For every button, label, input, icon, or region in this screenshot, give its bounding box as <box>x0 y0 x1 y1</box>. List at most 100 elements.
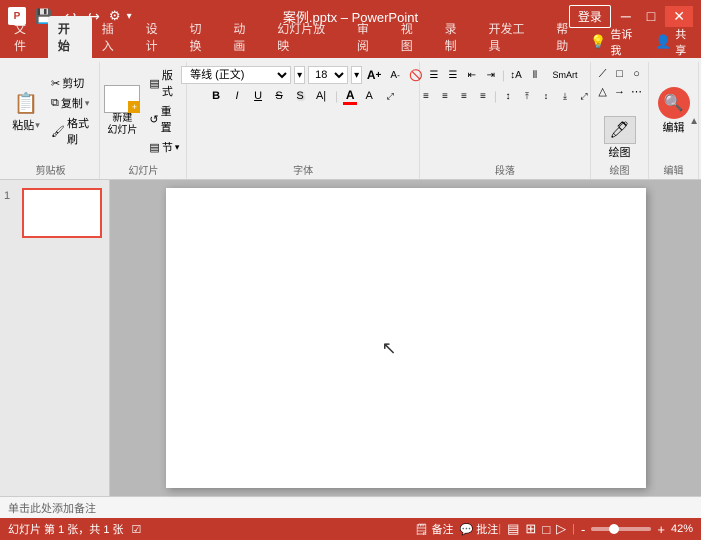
bullets-button[interactable]: ☰ <box>425 66 443 84</box>
reset-label: 重置 <box>161 103 180 135</box>
increase-font-button[interactable]: A+ <box>365 66 383 84</box>
top-align-button[interactable]: ⤒ <box>518 87 536 105</box>
reset-icon: ↺ <box>149 113 158 126</box>
notes-icon: 🗒 <box>414 524 428 536</box>
text-highlight-button[interactable]: A <box>360 87 378 105</box>
slide-sorter-button[interactable]: ⊞ <box>525 521 536 537</box>
ribbon-collapse-button[interactable]: ▲ <box>689 116 699 127</box>
cut-button[interactable]: ✂ 剪切 <box>48 74 93 92</box>
slide-item-1[interactable]: 1 <box>4 188 105 238</box>
zoom-minus-button[interactable]: - <box>581 522 585 537</box>
section-button[interactable]: ▤ 节 ▾ <box>146 138 182 156</box>
shape-triangle[interactable]: △ <box>595 83 611 99</box>
comments-label: 批注 <box>476 524 498 536</box>
tab-record[interactable]: 录制 <box>435 16 479 58</box>
zoom-percent-label: 42% <box>671 523 693 535</box>
slideshow-button[interactable]: ▷ <box>556 521 566 537</box>
paste-button[interactable]: 📋 粘贴 ▾ <box>8 87 44 135</box>
notes-button[interactable]: 🗒 备注 <box>414 521 453 537</box>
cut-label: 剪切 <box>62 75 84 91</box>
lightbulb-icon[interactable]: 💡 <box>590 34 606 50</box>
tab-review[interactable]: 审阅 <box>347 16 391 58</box>
bottom-align-button[interactable]: ⤓ <box>556 87 574 105</box>
shape-circle[interactable]: ○ <box>629 66 645 82</box>
reset-button[interactable]: ↺ 重置 <box>146 102 182 136</box>
slides-group-content: + 新建幻灯片 ▤ 版式 ↺ 重置 <box>104 62 182 160</box>
shadow-button[interactable]: S <box>291 87 309 105</box>
share-label[interactable]: 共享 <box>675 26 697 58</box>
tab-transitions[interactable]: 切换 <box>180 16 224 58</box>
section-dropdown[interactable]: ▾ <box>175 142 180 153</box>
close-button[interactable]: ✕ <box>665 6 693 27</box>
text-direction-button[interactable]: ↕A <box>507 66 525 84</box>
copy-button[interactable]: ⧉ 复制 ▾ <box>48 94 93 112</box>
slides-group-label: 幻灯片 <box>128 160 158 179</box>
zoom-thumb <box>609 524 619 534</box>
align-right-button[interactable]: ≡ <box>455 87 473 105</box>
status-right: | ▤ ⊞ □ ▷ | - + 42% <box>498 521 693 537</box>
align-center-button[interactable]: ≡ <box>436 87 454 105</box>
paste-dropdown-arrow[interactable]: ▾ <box>35 120 40 131</box>
tab-animations[interactable]: 动画 <box>223 16 267 58</box>
zoom-slider[interactable] <box>591 527 651 531</box>
para-divider1: | <box>502 68 505 82</box>
tab-design[interactable]: 设计 <box>136 16 180 58</box>
slide-thumbnail-1 <box>22 188 102 238</box>
tab-help[interactable]: 帮助 <box>546 16 590 58</box>
tab-view[interactable]: 视图 <box>391 16 435 58</box>
tab-home[interactable]: 开始 <box>48 16 92 58</box>
share-icon[interactable]: 👤 <box>655 34 671 50</box>
indent-more-button[interactable]: ⇥ <box>482 66 500 84</box>
normal-view-button[interactable]: ▤ <box>507 521 519 537</box>
layout-button[interactable]: ▤ 版式 <box>146 66 182 100</box>
tab-slideshow[interactable]: 幻灯片放映 <box>267 16 347 58</box>
middle-align-button[interactable]: ↕ <box>537 87 555 105</box>
tab-insert[interactable]: 插入 <box>92 16 136 58</box>
maximize-button[interactable]: □ <box>641 6 661 26</box>
para-row2: ≡ ≡ ≡ ≡ | ↕ ⤒ ↕ ⤓ ⤢ <box>417 87 593 105</box>
font-color-btn[interactable]: A <box>343 88 357 105</box>
new-slide-area: + 新建幻灯片 ▤ 版式 ↺ 重置 <box>104 66 182 156</box>
edit-button[interactable]: 🔍 编辑 <box>654 83 694 139</box>
shape-arrow[interactable]: → <box>612 83 628 99</box>
font-name-dropdown[interactable]: ▾ <box>294 66 305 84</box>
copy-dropdown[interactable]: ▾ <box>85 98 90 109</box>
indent-less-button[interactable]: ⇤ <box>463 66 481 84</box>
notes-bar[interactable]: 单击此处添加备注 <box>0 496 701 518</box>
draw-button[interactable]: 🖊 绘图 <box>604 116 636 160</box>
font-name-select[interactable]: 等线 (正文) <box>181 66 291 84</box>
bold-button[interactable]: B <box>207 87 225 105</box>
underline-button[interactable]: U <box>249 87 267 105</box>
tab-devtools[interactable]: 开发工具 <box>479 16 547 58</box>
comments-button[interactable]: 💬 批注 <box>459 521 498 537</box>
tab-file[interactable]: 文件 <box>4 16 48 58</box>
font-size-select[interactable]: 18 <box>308 66 348 84</box>
zoom-plus-button[interactable]: + <box>657 522 665 537</box>
justify-button[interactable]: ≡ <box>474 87 492 105</box>
paste-label: 粘贴 <box>12 117 34 133</box>
strikethrough-button[interactable]: S <box>270 87 288 105</box>
align-left-button[interactable]: ≡ <box>417 87 435 105</box>
numbering-button[interactable]: ☰ <box>444 66 462 84</box>
font-size-dropdown[interactable]: ▾ <box>351 66 362 84</box>
char-spacing-button[interactable]: A| <box>312 87 330 105</box>
tell-me-label[interactable]: 告诉我 <box>610 26 643 58</box>
decrease-font-button[interactable]: A- <box>386 66 404 84</box>
shape-rect[interactable]: □ <box>612 66 628 82</box>
minimize-button[interactable]: ─ <box>615 6 637 26</box>
line-spacing-button[interactable]: ↕ <box>499 87 517 105</box>
shape-more[interactable]: ⋯ <box>629 83 645 99</box>
smartart-button[interactable]: SmArt <box>545 66 585 84</box>
ribbon-right-actions: 💡 告诉我 👤 共享 <box>590 26 697 58</box>
shape-line[interactable]: ⟋ <box>595 66 611 82</box>
slide-canvas[interactable]: ↖ <box>166 188 646 488</box>
paragraph-group-content: ☰ ☰ ⇤ ⇥ | ↕A ⫴ SmArt ≡ ≡ ≡ ≡ | ↕ ⤒ ↕ ⤓ <box>417 62 593 160</box>
font-options-button[interactable]: ⤢ <box>381 87 399 105</box>
new-slide-button[interactable]: + 新建幻灯片 <box>104 85 140 137</box>
columns-button[interactable]: ⫴ <box>526 66 544 84</box>
format-painter-button[interactable]: 🖌 格式刷 <box>48 114 93 148</box>
reading-view-button[interactable]: □ <box>542 522 550 537</box>
edit-label: 编辑 <box>663 119 685 135</box>
italic-button[interactable]: I <box>228 87 246 105</box>
spell-check-icon[interactable]: ☑ <box>132 523 142 536</box>
